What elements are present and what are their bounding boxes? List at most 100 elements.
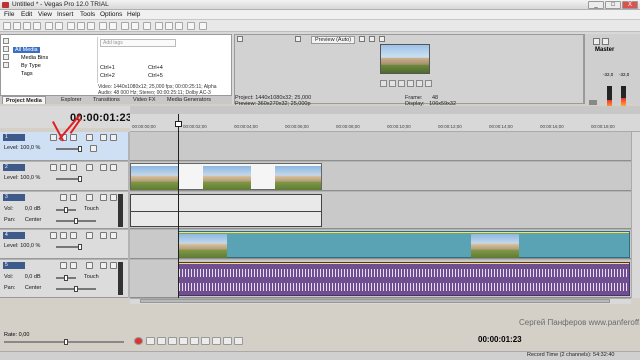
track-lane-3[interactable] <box>130 192 640 229</box>
arm-for-record-icon[interactable] <box>86 194 93 201</box>
compositing-mode-icon[interactable] <box>86 164 93 171</box>
track-header-2[interactable]: 2 Level: 100,0 % <box>0 162 128 191</box>
track-header-5[interactable]: 5 Vol: 0,0 dB Touch Pan: Center <box>0 260 128 298</box>
external-monitor-icon[interactable] <box>295 36 301 42</box>
play-icon[interactable] <box>168 337 177 345</box>
loop-icon[interactable] <box>380 80 387 87</box>
track-fx-icon[interactable] <box>60 194 67 201</box>
level-slider[interactable] <box>56 244 82 250</box>
track-motion-icon[interactable] <box>50 164 57 171</box>
pause-icon[interactable] <box>179 337 188 345</box>
normal-edit-tool-icon[interactable] <box>155 22 163 30</box>
track-lane-4[interactable] <box>130 230 640 259</box>
automation-mode[interactable]: Touch <box>84 206 99 212</box>
track-motion-icon[interactable] <box>50 232 57 239</box>
go-to-start-icon[interactable] <box>201 337 210 345</box>
loop-playback-icon[interactable] <box>146 337 155 345</box>
properties-icon[interactable] <box>45 22 53 30</box>
selection-edit-tool-icon[interactable] <box>175 22 183 30</box>
save-icon[interactable] <box>23 22 31 30</box>
menu-view[interactable]: View <box>38 11 52 18</box>
level-slider[interactable] <box>56 176 82 182</box>
expand-track-icon[interactable] <box>70 194 77 201</box>
menu-tools[interactable]: Tools <box>80 11 95 18</box>
automation-mode[interactable]: Touch <box>84 274 99 280</box>
solo-icon[interactable] <box>110 262 117 269</box>
expand-track-icon[interactable] <box>70 232 77 239</box>
menu-help[interactable]: Help <box>127 11 140 18</box>
tree-item-by-type[interactable]: By Type <box>21 63 41 69</box>
volume-slider[interactable] <box>56 275 76 281</box>
tab-transitions[interactable]: Transitions <box>90 96 123 104</box>
marker-bar[interactable] <box>130 106 640 114</box>
audio-clip[interactable] <box>130 194 322 227</box>
video-clip[interactable] <box>130 163 322 190</box>
tab-project-media[interactable]: Project Media <box>2 96 46 104</box>
pause-icon[interactable] <box>398 80 405 87</box>
lock-envelopes-icon[interactable] <box>143 22 151 30</box>
tab-video-fx[interactable]: Video FX <box>130 96 159 104</box>
copy-icon[interactable] <box>77 22 85 30</box>
stop-icon[interactable] <box>190 337 199 345</box>
master-fader[interactable] <box>589 100 597 105</box>
tag-search-input[interactable]: Add tags <box>100 39 176 47</box>
media-list[interactable]: Add tags Ctrl+1 Ctrl+2 Ctrl+4 Ctrl+5 <box>97 37 231 83</box>
go-to-end-icon[interactable] <box>212 337 221 345</box>
master-fx-icon[interactable] <box>593 38 600 45</box>
volume-envelope[interactable] <box>179 263 629 264</box>
get-media-icon[interactable] <box>3 54 9 60</box>
undo-icon[interactable] <box>99 22 107 30</box>
expand-track-icon[interactable] <box>70 262 77 269</box>
compositing-mode-icon[interactable] <box>86 232 93 239</box>
audio-clip[interactable] <box>178 262 630 296</box>
cut-icon[interactable] <box>67 22 75 30</box>
timeline-ruler[interactable]: 00:00:00;00 00:00:02;00 00:00:04;00 00:0… <box>130 106 640 132</box>
level-slider[interactable] <box>56 146 82 152</box>
expand-track-icon[interactable] <box>70 164 77 171</box>
maximize-button[interactable]: □ <box>605 1 621 9</box>
track-lane-5[interactable] <box>130 260 640 298</box>
capture-video-icon[interactable] <box>3 46 9 52</box>
vertical-scrollbar[interactable] <box>631 132 640 298</box>
menu-edit[interactable]: Edit <box>21 11 32 18</box>
tree-item-tags[interactable]: Tags <box>21 71 33 77</box>
track-lane-1[interactable] <box>130 132 640 161</box>
minimize-button[interactable]: _ <box>588 1 604 9</box>
tree-item-all-media[interactable]: All Media <box>13 47 40 53</box>
close-button[interactable]: X <box>622 1 638 9</box>
auto-ripple-icon[interactable] <box>131 22 139 30</box>
menu-options[interactable]: Options <box>100 11 122 18</box>
opacity-envelope[interactable] <box>179 232 629 233</box>
mute-icon[interactable] <box>100 194 107 201</box>
track-fx-icon[interactable] <box>60 164 67 171</box>
pan-slider[interactable] <box>56 286 96 292</box>
play-icon[interactable] <box>389 80 396 87</box>
remove-media-icon[interactable] <box>3 62 9 68</box>
parent-motion-icon[interactable] <box>90 145 97 152</box>
solo-icon[interactable] <box>110 232 117 239</box>
save-as-icon[interactable] <box>33 22 41 30</box>
volume-slider[interactable] <box>56 207 76 213</box>
track-motion-icon[interactable] <box>50 134 57 141</box>
track-fx-icon[interactable] <box>60 262 67 269</box>
arm-for-record-icon[interactable] <box>86 262 93 269</box>
track-header-4[interactable]: 4 Level: 100,0 % <box>0 230 128 259</box>
redo-icon[interactable] <box>109 22 117 30</box>
menu-file[interactable]: File <box>4 11 14 18</box>
preview-properties-icon[interactable] <box>237 36 243 42</box>
track-header-1[interactable]: 1 Level: 100,0 % <box>0 132 128 161</box>
tree-item-media-bins[interactable]: Media Bins <box>21 55 48 61</box>
expand-track-icon[interactable] <box>70 134 77 141</box>
save-snapshot-icon[interactable] <box>379 36 385 42</box>
import-media-icon[interactable] <box>3 38 9 44</box>
solo-icon[interactable] <box>110 134 117 141</box>
render-icon[interactable] <box>55 22 63 30</box>
rate-slider[interactable] <box>4 339 124 345</box>
video-clip[interactable] <box>178 231 630 258</box>
overlays-icon[interactable] <box>359 36 365 42</box>
scrollbar-thumb[interactable] <box>140 299 610 303</box>
solo-icon[interactable] <box>110 164 117 171</box>
playhead-cursor[interactable] <box>178 114 179 298</box>
prev-frame-icon[interactable] <box>223 337 232 345</box>
pan-slider[interactable] <box>56 218 96 224</box>
